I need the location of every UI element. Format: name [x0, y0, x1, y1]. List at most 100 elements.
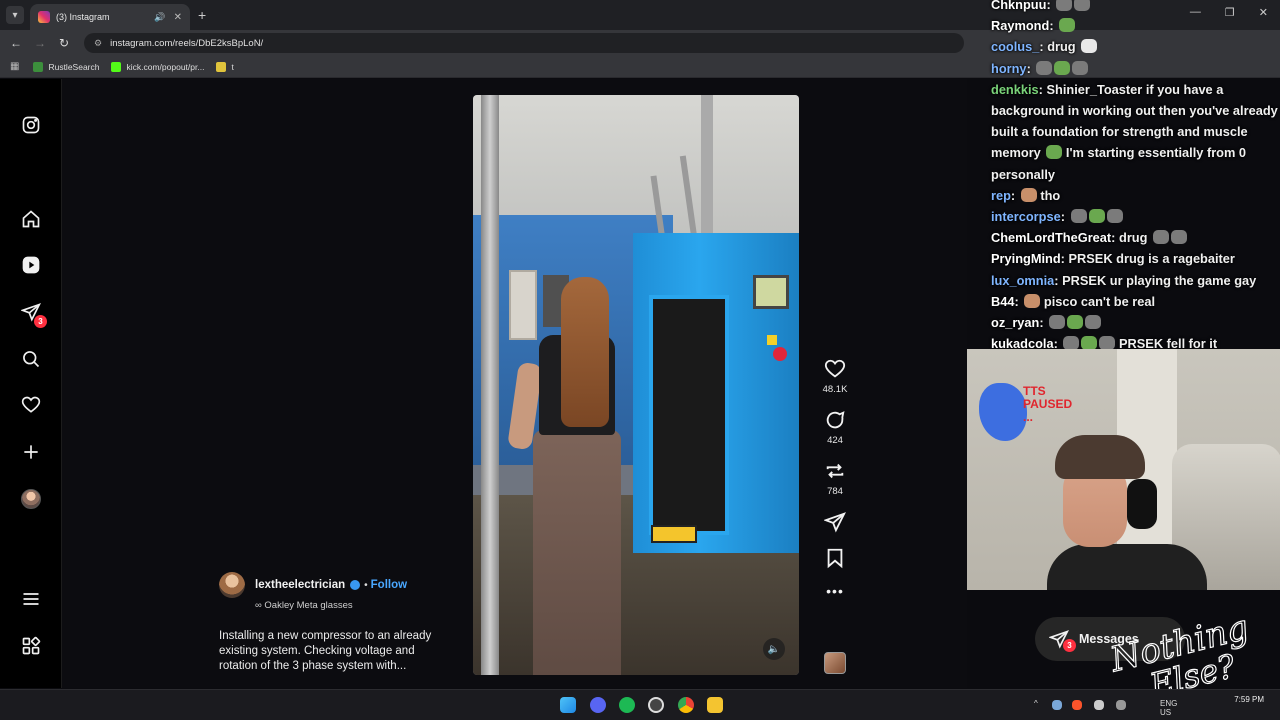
instagram-logo-icon[interactable] — [19, 113, 43, 137]
original-audio-thumbnail[interactable] — [824, 652, 846, 674]
save-button[interactable] — [816, 547, 854, 569]
emote-icon — [1088, 209, 1105, 224]
windows-start-icon[interactable] — [560, 697, 576, 713]
chat-message: lux_omnia: PRSEK ur playing the game gay — [991, 272, 1257, 288]
pepe-emote-icon — [1046, 145, 1063, 160]
tab-audio-icon[interactable]: 🔊 — [154, 12, 165, 23]
bookmark-rustlesearch[interactable]: RustleSearch — [33, 61, 99, 72]
emote-icon — [1085, 315, 1102, 330]
menu-icon[interactable] — [19, 587, 43, 611]
stream-chat-overlay: Chknpuu: Raymond: coolus_: drug horny: d… — [985, 0, 1280, 354]
obs-icon[interactable] — [648, 697, 664, 713]
emote-icon — [1067, 315, 1084, 330]
caption-text[interactable]: Installing a new compressor to an alread… — [219, 629, 449, 674]
forward-arrow-icon[interactable]: → — [28, 36, 52, 50]
creator-avatar[interactable] — [219, 572, 245, 598]
reels-icon[interactable] — [19, 253, 43, 277]
emote-icon — [1072, 60, 1089, 75]
pepe-emote-icon — [1059, 18, 1076, 33]
site-info-icon[interactable]: ⚙ — [94, 38, 102, 49]
tab-title: (3) Instagram — [56, 12, 110, 22]
chat-message: ChemLordTheGreat: drug — [985, 227, 1280, 248]
emote-icon — [1153, 230, 1169, 245]
kick-favicon-icon — [111, 61, 122, 72]
create-plus-icon[interactable] — [19, 440, 43, 464]
bookmark-icon — [827, 548, 843, 569]
emote-icon — [1054, 60, 1071, 75]
bookmark-kick[interactable]: kick.com/popout/pr... — [111, 61, 204, 72]
search-icon[interactable] — [19, 347, 43, 371]
more-options-button[interactable]: ••• — [816, 583, 854, 599]
system-clock[interactable]: 7:59 PM — [1234, 695, 1264, 705]
tray-app-icon[interactable] — [1094, 700, 1104, 710]
verified-badge-icon — [350, 580, 361, 590]
comment-button[interactable]: 424 — [816, 409, 854, 446]
mute-toggle-icon[interactable]: 🔈 — [763, 638, 785, 660]
tab-search-button[interactable]: ▾ — [6, 6, 24, 24]
more-dots-icon: ••• — [826, 583, 844, 599]
share-button[interactable] — [816, 511, 854, 533]
reload-icon[interactable]: ↻ — [52, 36, 76, 50]
like-button[interactable]: 48.1K — [816, 358, 854, 395]
tab-close-icon[interactable]: ✕ — [174, 12, 182, 23]
meta-glasses-icon: ∞ — [255, 600, 262, 611]
instagram-nav-rail: 3 — [0, 79, 62, 688]
emote-icon — [1081, 39, 1098, 54]
chat-message: denkkis: Shinier_Toaster if you have a b… — [991, 81, 1278, 182]
heart-icon[interactable] — [19, 393, 43, 417]
apps-grid-icon[interactable]: ▦ — [10, 61, 19, 72]
emote-icon — [1020, 187, 1037, 202]
spotify-icon[interactable] — [619, 697, 635, 713]
direct-messages-icon[interactable]: 3 — [19, 300, 47, 328]
emote-icon — [1070, 209, 1087, 224]
tray-app-icon[interactable] — [1116, 700, 1126, 710]
comment-icon — [826, 411, 845, 429]
like-count: 48.1K — [822, 384, 848, 395]
language-indicator[interactable]: ENG US — [1160, 699, 1177, 717]
profile-avatar[interactable] — [19, 487, 43, 511]
repost-count: 784 — [827, 486, 843, 497]
chat-message: Raymond: — [985, 15, 1280, 36]
emote-icon — [1056, 0, 1073, 11]
emote-icon — [1036, 60, 1053, 75]
browser-tab-instagram[interactable]: (3) Instagram 🔊 ✕ — [30, 4, 190, 30]
chat-message: Chknpuu: — [985, 0, 1280, 15]
home-icon[interactable] — [19, 207, 43, 231]
chat-message: rep: tho — [991, 187, 1061, 203]
headphones-icon — [1127, 479, 1157, 529]
reel-video[interactable]: 🔈 — [473, 95, 799, 675]
messages-button[interactable]: 3 Messages — [1035, 617, 1185, 661]
chat-message: PryingMind: PRSEK drug is a ragebaiter — [991, 251, 1235, 267]
reel-actions: 48.1K 424 784 ••• — [816, 358, 854, 613]
chrome-icon[interactable] — [678, 697, 694, 713]
reel-audio-label[interactable]: ∞ Oakley Meta glasses — [255, 600, 459, 611]
messages-label: Messages — [1079, 632, 1139, 646]
back-arrow-icon[interactable]: ← — [4, 36, 28, 50]
creator-username[interactable]: lextheelectrician — [255, 579, 345, 591]
more-apps-icon[interactable] — [19, 634, 43, 658]
emote-icon — [1106, 209, 1123, 224]
brave-tray-icon[interactable] — [1072, 700, 1082, 710]
windows-taskbar: ^ ENG US 7:59 PM — [0, 689, 1280, 720]
chat-message: horny: — [985, 58, 1280, 79]
file-explorer-icon[interactable] — [707, 697, 723, 713]
steam-tray-icon[interactable] — [1052, 700, 1062, 710]
reel-caption: lextheelectrician • Follow ∞ Oakley Meta… — [219, 572, 459, 674]
bookmark-t[interactable]: t — [216, 61, 234, 72]
new-tab-button[interactable]: + — [198, 7, 206, 23]
discord-icon[interactable] — [590, 697, 606, 713]
tts-status: TTS PAUSED ... — [1023, 384, 1073, 424]
follow-button[interactable]: Follow — [371, 579, 407, 591]
url-text: instagram.com/reels/DbE2ksBpLoN/ — [110, 37, 264, 49]
avatar — [21, 489, 41, 509]
tray-chevron-icon[interactable]: ^ — [1034, 699, 1038, 708]
notification-badge: 3 — [34, 315, 47, 328]
chat-message: intercorpse: — [985, 206, 1280, 227]
emote-icon — [1074, 0, 1091, 11]
repost-button[interactable]: 784 — [816, 460, 854, 497]
heart-icon — [824, 359, 846, 378]
emote-icon — [1024, 293, 1041, 308]
address-bar[interactable]: ⚙ instagram.com/reels/DbE2ksBpLoN/ — [84, 33, 964, 53]
chat-message: coolus_: drug — [985, 36, 1280, 57]
streamer-webcam: TTS PAUSED ... — [967, 349, 1280, 590]
